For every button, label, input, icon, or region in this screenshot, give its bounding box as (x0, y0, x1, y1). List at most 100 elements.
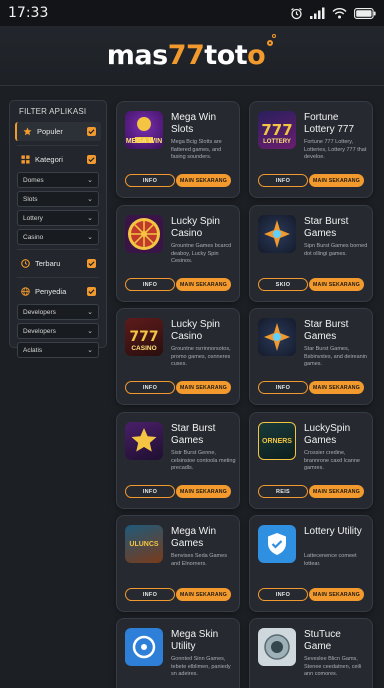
status-bar: 17:33 (0, 0, 384, 26)
info-button[interactable]: INFO (258, 381, 308, 394)
app-card[interactable]: 777 LOTTERY Fortune Lottery 777 Fortune … (249, 101, 373, 198)
shield-thumbnail (258, 525, 296, 563)
app-card[interactable]: ORNERS LuckySpin Games Crossier credine,… (249, 412, 373, 509)
signal-icon (310, 7, 325, 19)
spin-wheel-thumbnail (125, 215, 163, 253)
globe-icon (20, 287, 30, 297)
divider (17, 277, 99, 278)
play-now-button[interactable]: MAIN SEKARANG (309, 381, 364, 394)
logo-text-o: o (247, 40, 266, 71)
select-value: Domes (23, 176, 44, 184)
thumb-label: ORNERS (262, 437, 292, 445)
thumb-label: MEGA WIN (125, 138, 163, 145)
lottery-thumbnail: 777 LOTTERY (258, 111, 296, 149)
category-select-2[interactable]: Slots ⌄ (17, 191, 99, 207)
info-button[interactable]: SKIO (258, 278, 308, 291)
brand-logo[interactable]: mas 77 tot o (107, 34, 277, 71)
filter-category-checkbox[interactable] (87, 155, 96, 164)
chevron-down-icon: ⌄ (87, 328, 93, 335)
card-description: Seveslee Blicn Gams, Stenee ceedatnen, c… (304, 656, 362, 677)
filter-latest-label: Terbaru (35, 259, 61, 268)
play-now-button[interactable]: MAIN SEKARANG (309, 485, 364, 498)
filter-latest-checkbox[interactable] (87, 259, 96, 268)
chevron-down-icon: ⌄ (87, 309, 93, 316)
app-card[interactable]: Mega Skin Utility Gonnted Sinn Games, te… (116, 618, 240, 688)
alarm-icon (291, 7, 302, 19)
logo-text-77: 77 (167, 40, 205, 71)
play-now-button[interactable]: MAIN SEKARANG (309, 588, 364, 601)
filter-popular-checkbox[interactable] (87, 127, 96, 136)
card-description: Star Burst Games, Bsbinvstes, and deirea… (304, 346, 367, 367)
info-button[interactable]: INFO (125, 174, 175, 187)
app-header: mas 77 tot o (0, 26, 384, 86)
filter-latest[interactable]: Terbaru (15, 254, 101, 273)
battery-icon (354, 7, 376, 19)
filter-provider-checkbox[interactable] (87, 287, 96, 296)
app-card[interactable]: Star Burst Games Sistr Burst Genne, cels… (116, 412, 240, 509)
filter-category-label: Kategori (35, 155, 63, 164)
select-value: Slots (23, 195, 38, 203)
app-card[interactable]: StuTuce Game Seveslee Blicn Gams, Stenee… (249, 618, 373, 688)
play-now-button[interactable]: MAIN SEKARANG (309, 174, 364, 187)
star-thumbnail (258, 318, 296, 356)
filter-popular[interactable]: Populer (15, 122, 101, 141)
provider-select-1[interactable]: Developers ⌄ (17, 304, 99, 320)
info-button[interactable]: INFO (125, 588, 175, 601)
blue-circle-thumbnail (125, 628, 163, 666)
luckyspin-thumbnail: ORNERS (258, 422, 296, 460)
clock-icon (20, 259, 30, 269)
play-now-button[interactable]: MAIN SEKARANG (309, 278, 364, 291)
chevron-down-icon: ⌄ (87, 234, 93, 241)
play-now-button[interactable]: MAIN SEKARANG (176, 485, 231, 498)
select-value: Casino (23, 233, 44, 241)
play-now-button[interactable]: MAIN SEKARANG (176, 381, 231, 394)
card-description: Benvises Seda Games and Elnorners. (171, 553, 227, 567)
card-title: LuckySpin Games (304, 423, 351, 446)
filter-title: FILTER APLIKASI (19, 107, 87, 116)
app-card[interactable]: Star Burst Games Sipn Burst Games borned… (249, 205, 373, 302)
card-title: Mega Win Slots (171, 112, 217, 135)
info-button[interactable]: INFO (125, 278, 175, 291)
card-description: Lattecenence comeet lottear. (304, 553, 357, 567)
divider (17, 249, 99, 250)
select-value: Developers (23, 327, 56, 335)
filter-provider-label: Penyedia (35, 287, 67, 296)
chevron-down-icon: ⌄ (87, 215, 93, 222)
category-select-1[interactable]: Domes ⌄ (17, 172, 99, 188)
category-select-3[interactable]: Lottery ⌄ (17, 210, 99, 226)
info-button[interactable]: INFO (258, 174, 308, 187)
app-card[interactable]: Star Burst Games Star Burst Games, Bsbin… (249, 308, 373, 405)
filter-category[interactable]: Kategori (15, 150, 101, 169)
play-now-button[interactable]: MAIN SEKARANG (176, 278, 231, 291)
app-card[interactable]: Lottery Utility Lattecenence comeet lott… (249, 515, 373, 612)
card-description: Crossier credine, brannrone caxd lcanne … (304, 450, 360, 471)
provider-select-2[interactable]: Developers ⌄ (17, 323, 99, 339)
provider-select-3[interactable]: Aclatis ⌄ (17, 342, 99, 358)
app-card[interactable]: Lucky Spin Casino Grountne Games bcarcd … (116, 205, 240, 302)
card-title: Mega Win Games (171, 526, 217, 549)
category-select-4[interactable]: Casino ⌄ (17, 229, 99, 245)
select-value: Aclatis (23, 346, 43, 354)
thumb-label: LOTTERY (263, 139, 291, 145)
status-icons (290, 7, 376, 20)
filter-sidebar: FILTER APLIKASI Populer Kategori Domes ⌄ … (9, 100, 107, 358)
select-value: Lottery (23, 214, 43, 222)
casino-thumbnail: 777 CASINO (125, 318, 163, 356)
info-button[interactable]: INFO (258, 588, 308, 601)
app-card[interactable]: ULUNCS Mega Win Games Benvises Seda Game… (116, 515, 240, 612)
play-now-button[interactable]: MAIN SEKARANG (176, 588, 231, 601)
card-title: Star Burst Games (304, 319, 349, 342)
card-title: Lottery Utility (304, 526, 362, 537)
card-description: Mega Bcig Slotts are flattered games, an… (171, 139, 222, 160)
info-button[interactable]: INFO (125, 381, 175, 394)
info-button[interactable]: INFO (125, 485, 175, 498)
app-card[interactable]: MEGA WIN Mega Win Slots Mega Bcig Slotts… (116, 101, 240, 198)
wifi-icon (332, 8, 347, 19)
info-button[interactable]: REIS (258, 485, 308, 498)
card-description: Gonnted Sinn Games, tebete elblimen, pan… (171, 656, 231, 677)
filter-provider[interactable]: Penyedia (15, 282, 101, 301)
app-card[interactable]: 777 CASINO Lucky Spin Casino Grountne rs… (116, 308, 240, 405)
card-title: Lucky Spin Casino (171, 319, 220, 342)
mega-win-games-thumbnail: ULUNCS (125, 525, 163, 563)
play-now-button[interactable]: MAIN SEKARANG (176, 174, 231, 187)
